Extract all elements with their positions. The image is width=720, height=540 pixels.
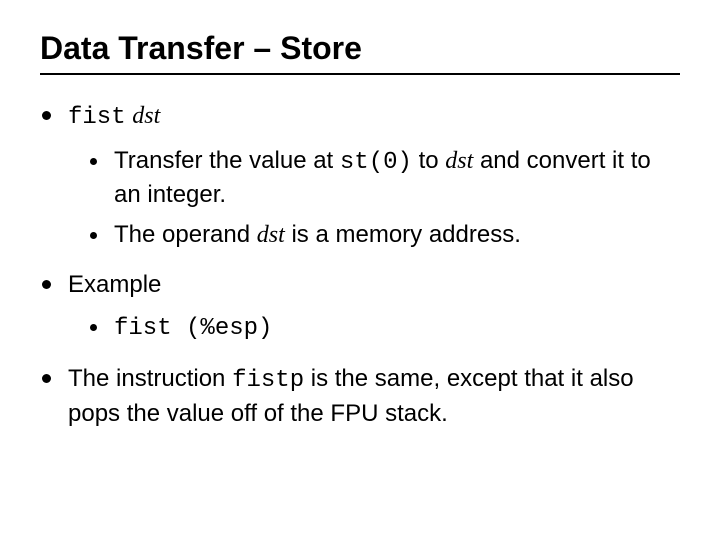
sub-bullet-example-code: fist (%esp)	[88, 311, 680, 345]
slide-title: Data Transfer – Store	[40, 30, 680, 67]
text: The instruction	[68, 365, 232, 392]
bullet-icon	[90, 324, 97, 331]
code-st0: st(0)	[340, 149, 412, 176]
code-fist: fist	[68, 104, 126, 131]
bullet-icon	[90, 232, 97, 239]
sub-bullet-operand: The operand dst is a memory address.	[88, 219, 680, 251]
code-fistp: fistp	[232, 367, 304, 394]
bullet-example: Example fist (%esp)	[40, 268, 680, 346]
title-rule	[40, 73, 680, 75]
text: The operand	[114, 221, 257, 248]
bullet-icon	[42, 374, 51, 383]
sub-bullet-transfer: Transfer the value at st(0) to dst and c…	[88, 145, 680, 212]
text: to	[412, 147, 445, 174]
arg-dst: dst	[445, 148, 473, 174]
bullet-fistp: The instruction fistp is the same, excep…	[40, 362, 680, 431]
bullet-fist: fist dst Transfer the value at st(0) to …	[40, 99, 680, 252]
bullet-icon	[90, 158, 97, 165]
example-label: Example	[68, 271, 161, 298]
sub-list-2: fist (%esp)	[88, 311, 680, 345]
slide: Data Transfer – Store fist dst Transfer …	[0, 0, 720, 477]
text: Transfer the value at	[114, 147, 340, 174]
arg-dst: dst	[132, 103, 160, 129]
bullet-icon	[42, 111, 51, 120]
bullet-list: fist dst Transfer the value at st(0) to …	[40, 99, 680, 431]
sub-list-1: Transfer the value at st(0) to dst and c…	[88, 145, 680, 252]
code-example: fist (%esp)	[114, 315, 272, 342]
text: is a memory address.	[285, 221, 521, 248]
arg-dst: dst	[257, 222, 285, 248]
bullet-icon	[42, 280, 51, 289]
